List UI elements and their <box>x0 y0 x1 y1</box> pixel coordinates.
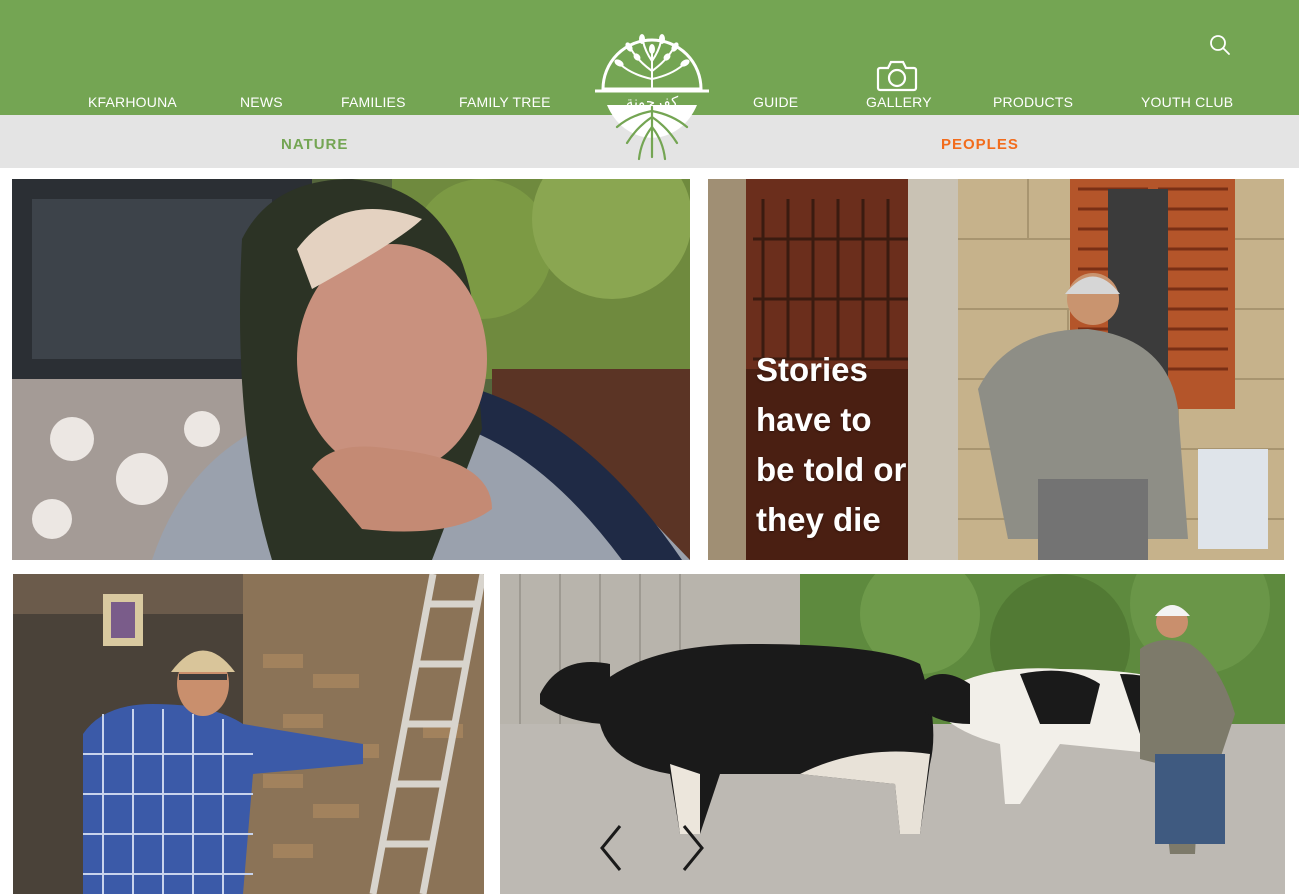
photo-elderly-woman[interactable] <box>12 179 690 560</box>
nav-families[interactable]: FAMILIES <box>341 94 406 110</box>
nav-youth-club[interactable]: YOUTH CLUB <box>1141 94 1233 110</box>
nav-guide[interactable]: GUIDE <box>753 94 798 110</box>
quote-line: Stories <box>756 351 868 388</box>
quote-line: they die <box>756 501 881 538</box>
nav-family-tree[interactable]: FAMILY TREE <box>459 94 551 110</box>
nav-gallery[interactable]: GALLERY <box>866 94 932 110</box>
camera-icon[interactable] <box>876 58 918 92</box>
chevron-left-icon[interactable] <box>596 822 626 874</box>
search-icon[interactable] <box>1208 33 1232 57</box>
site-logo[interactable]: كفرحونة <box>593 31 711 171</box>
quote-line: have to <box>756 401 872 438</box>
photo-man-with-ladder[interactable] <box>13 574 484 894</box>
tab-nature[interactable]: NATURE <box>281 136 348 153</box>
logo-arabic-text: كفرحونة <box>625 93 679 111</box>
nav-news[interactable]: NEWS <box>240 94 283 110</box>
hero-quote: Stories have to be told or they die <box>756 345 946 545</box>
nav-products[interactable]: PRODUCTS <box>993 94 1073 110</box>
chevron-right-icon[interactable] <box>678 822 708 874</box>
quote-line: be told or <box>756 451 907 488</box>
tab-peoples[interactable]: PEOPLES <box>941 136 1019 153</box>
nav-kfarhouna[interactable]: KFARHOUNA <box>88 94 177 110</box>
